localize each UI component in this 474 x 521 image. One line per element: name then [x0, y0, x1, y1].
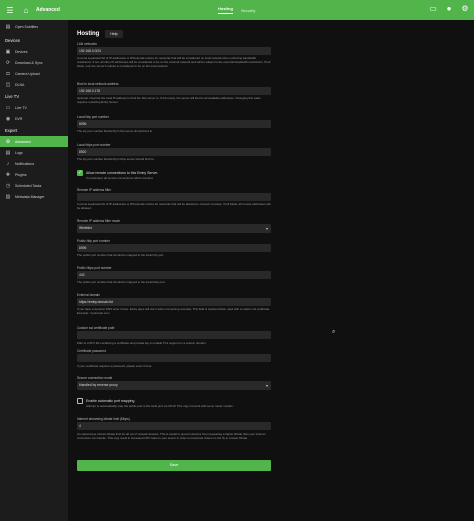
advanced-icon: ⚙ [5, 138, 11, 145]
clock-icon: ◷ [5, 182, 11, 189]
public-https-input[interactable]: 443 [77, 271, 271, 279]
sidebar-item-logs[interactable]: ▤ Logs [0, 147, 68, 158]
chevron-down-icon: ▾ [265, 383, 268, 388]
home-icon[interactable]: ⌂ [20, 4, 32, 16]
search-icon[interactable]: ⌕ [332, 329, 335, 336]
sidebar-section-devices: Devices [5, 38, 20, 43]
top-bar: ☰ ⌂ Advanced Hosting Security ▭ ● ⚙ [0, 0, 474, 20]
sidebar-section-live-tv: Live TV [5, 94, 20, 99]
subtitles-icon: ▤ [5, 23, 11, 30]
main-content: Hosting Help LAN networks 192.168.0.0/24… [68, 20, 474, 521]
sidebar-item-advanced[interactable]: ⚙ Advanced [0, 136, 68, 147]
bitrate-limit-desc: An optional per-stream bitrate limit for… [77, 432, 266, 440]
public-https-desc: The public port number that should be ma… [77, 280, 166, 284]
tab-bar: Hosting Security [218, 0, 255, 20]
external-domain-input[interactable]: https://emby.domain.tld [77, 298, 271, 306]
sidebar-item-plugins[interactable]: ✚ Plugins [0, 169, 68, 180]
chevron-down-icon: ▾ [265, 226, 268, 231]
tab-security[interactable]: Security [241, 8, 255, 13]
app-title: Advanced [36, 7, 60, 13]
lan-networks-input[interactable]: 192.168.0.0/24 [77, 47, 271, 55]
secure-mode-select[interactable]: Handled by reverse proxy ▾ [77, 381, 271, 390]
dvr-icon: ◉ [5, 115, 11, 122]
sidebar-item-dlna[interactable]: ◫ DLNA [0, 79, 68, 90]
logs-icon: ▤ [5, 149, 11, 156]
sidebar-item-notifications[interactable]: ♪ Notifications [0, 158, 68, 169]
sidebar-item-devices[interactable]: ▣ Devices [0, 46, 68, 57]
sidebar-item-live-tv[interactable]: ▭ Live TV [0, 102, 68, 113]
remote-filter-desc: Comma separated list of IP addresses or … [77, 202, 271, 210]
cert-password-desc: If your certificate requires a password,… [77, 364, 153, 368]
allow-remote-checkbox[interactable]: ✓ [77, 170, 83, 176]
public-http-input[interactable]: 8096 [77, 244, 271, 252]
https-port-desc: The tcp port number that Emby's https se… [77, 157, 155, 161]
auto-port-checkbox[interactable] [77, 398, 83, 404]
sidebar-item-open-subtitles[interactable]: ▤ Open Subtitles [0, 21, 68, 32]
cert-path-input[interactable] [77, 331, 271, 339]
allow-remote-desc: If unchecked, all remote connections wil… [86, 176, 154, 180]
sidebar-item-dvr[interactable]: ◉ DVR [0, 113, 68, 124]
metadata-icon: ▥ [5, 193, 11, 200]
sidebar-item-camera-upload[interactable]: ◘ Camera Upload [0, 68, 68, 79]
remote-filter-input[interactable] [77, 193, 271, 201]
page-title: Hosting [77, 31, 100, 37]
http-port-desc: The tcp port number that Emby's http ser… [77, 129, 153, 133]
http-port-input[interactable]: 8096 [77, 120, 271, 128]
bind-address-input[interactable]: 192.168.0.178 [77, 87, 271, 95]
plugins-icon: ✚ [5, 171, 11, 178]
cast-icon[interactable]: ▭ [428, 4, 438, 14]
sidebar: ▤ Open Subtitles Devices ▣ Devices ⟳ Downl… [0, 20, 68, 521]
filter-mode-select[interactable]: Whitelist ▾ [77, 224, 271, 233]
camera-icon: ◘ [6, 70, 10, 77]
tv-icon: ▭ [5, 104, 11, 111]
external-domain-desc: If you have a dynamic DNS enter it here.… [77, 307, 271, 315]
auto-port-desc: Attempt to automatically map the public … [86, 404, 234, 408]
sidebar-section-expert: Expert [5, 128, 18, 133]
lan-networks-desc: Comma separated list of IP addresses or … [77, 56, 271, 68]
menu-icon[interactable]: ☰ [4, 4, 16, 16]
sidebar-item-download-sync[interactable]: ⟳ Download & Sync [0, 57, 68, 68]
tab-hosting[interactable]: Hosting [218, 6, 233, 14]
https-port-input[interactable]: 8920 [77, 148, 271, 156]
sidebar-item-scheduled-tasks[interactable]: ◷ Scheduled Tasks [0, 180, 68, 191]
cert-path-desc: Path to a PFX file containing a certific… [77, 341, 207, 345]
cert-password-input[interactable] [77, 354, 271, 362]
sync-icon: ⟳ [5, 59, 11, 66]
settings-icon[interactable]: ⚙ [460, 4, 470, 14]
sidebar-item-metadata-manager[interactable]: ▥ Metadata Manager [0, 191, 68, 202]
user-icon[interactable]: ● [444, 4, 454, 14]
save-button[interactable]: Save [77, 460, 271, 471]
bitrate-limit-input[interactable]: 4 [77, 422, 271, 430]
public-http-desc: The public port number that should be ma… [77, 253, 164, 257]
bell-icon: ♪ [6, 160, 10, 167]
dlna-icon: ◫ [5, 81, 11, 88]
help-button[interactable]: Help [105, 30, 123, 38]
devices-icon: ▣ [5, 48, 11, 55]
bind-address-desc: Optional. Override the local IP address … [77, 96, 261, 104]
